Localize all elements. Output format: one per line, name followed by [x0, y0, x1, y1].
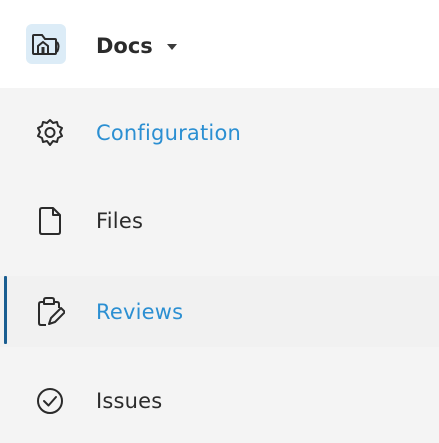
clipboard-edit-icon: [34, 296, 66, 328]
caret-down-icon: [166, 44, 177, 50]
check-circle-icon: [34, 385, 66, 417]
nav-item-issues[interactable]: Issues: [0, 365, 439, 436]
nav-item-configuration[interactable]: Configuration: [0, 97, 439, 168]
nav-item-label: Files: [96, 208, 144, 233]
nav-item-label: Reviews: [96, 299, 184, 324]
nav-item-label: Configuration: [96, 120, 242, 145]
folder-home-icon: [32, 34, 60, 55]
header-title: Docs: [96, 34, 153, 58]
docs-app-icon: [26, 24, 66, 64]
file-icon: [34, 205, 66, 237]
nav-header: Docs: [0, 0, 439, 88]
docs-navigation-panel: Docs Configuration Files Reviews Issues: [0, 0, 439, 443]
active-item-indicator: [4, 276, 7, 344]
nav-menu-list: Configuration Files Reviews Issues: [0, 88, 439, 443]
nav-item-label: Issues: [96, 388, 163, 413]
project-dropdown[interactable]: Docs: [96, 26, 177, 66]
gear-icon: [34, 117, 66, 149]
nav-item-files[interactable]: Files: [0, 185, 439, 256]
nav-item-reviews[interactable]: Reviews: [0, 276, 439, 347]
